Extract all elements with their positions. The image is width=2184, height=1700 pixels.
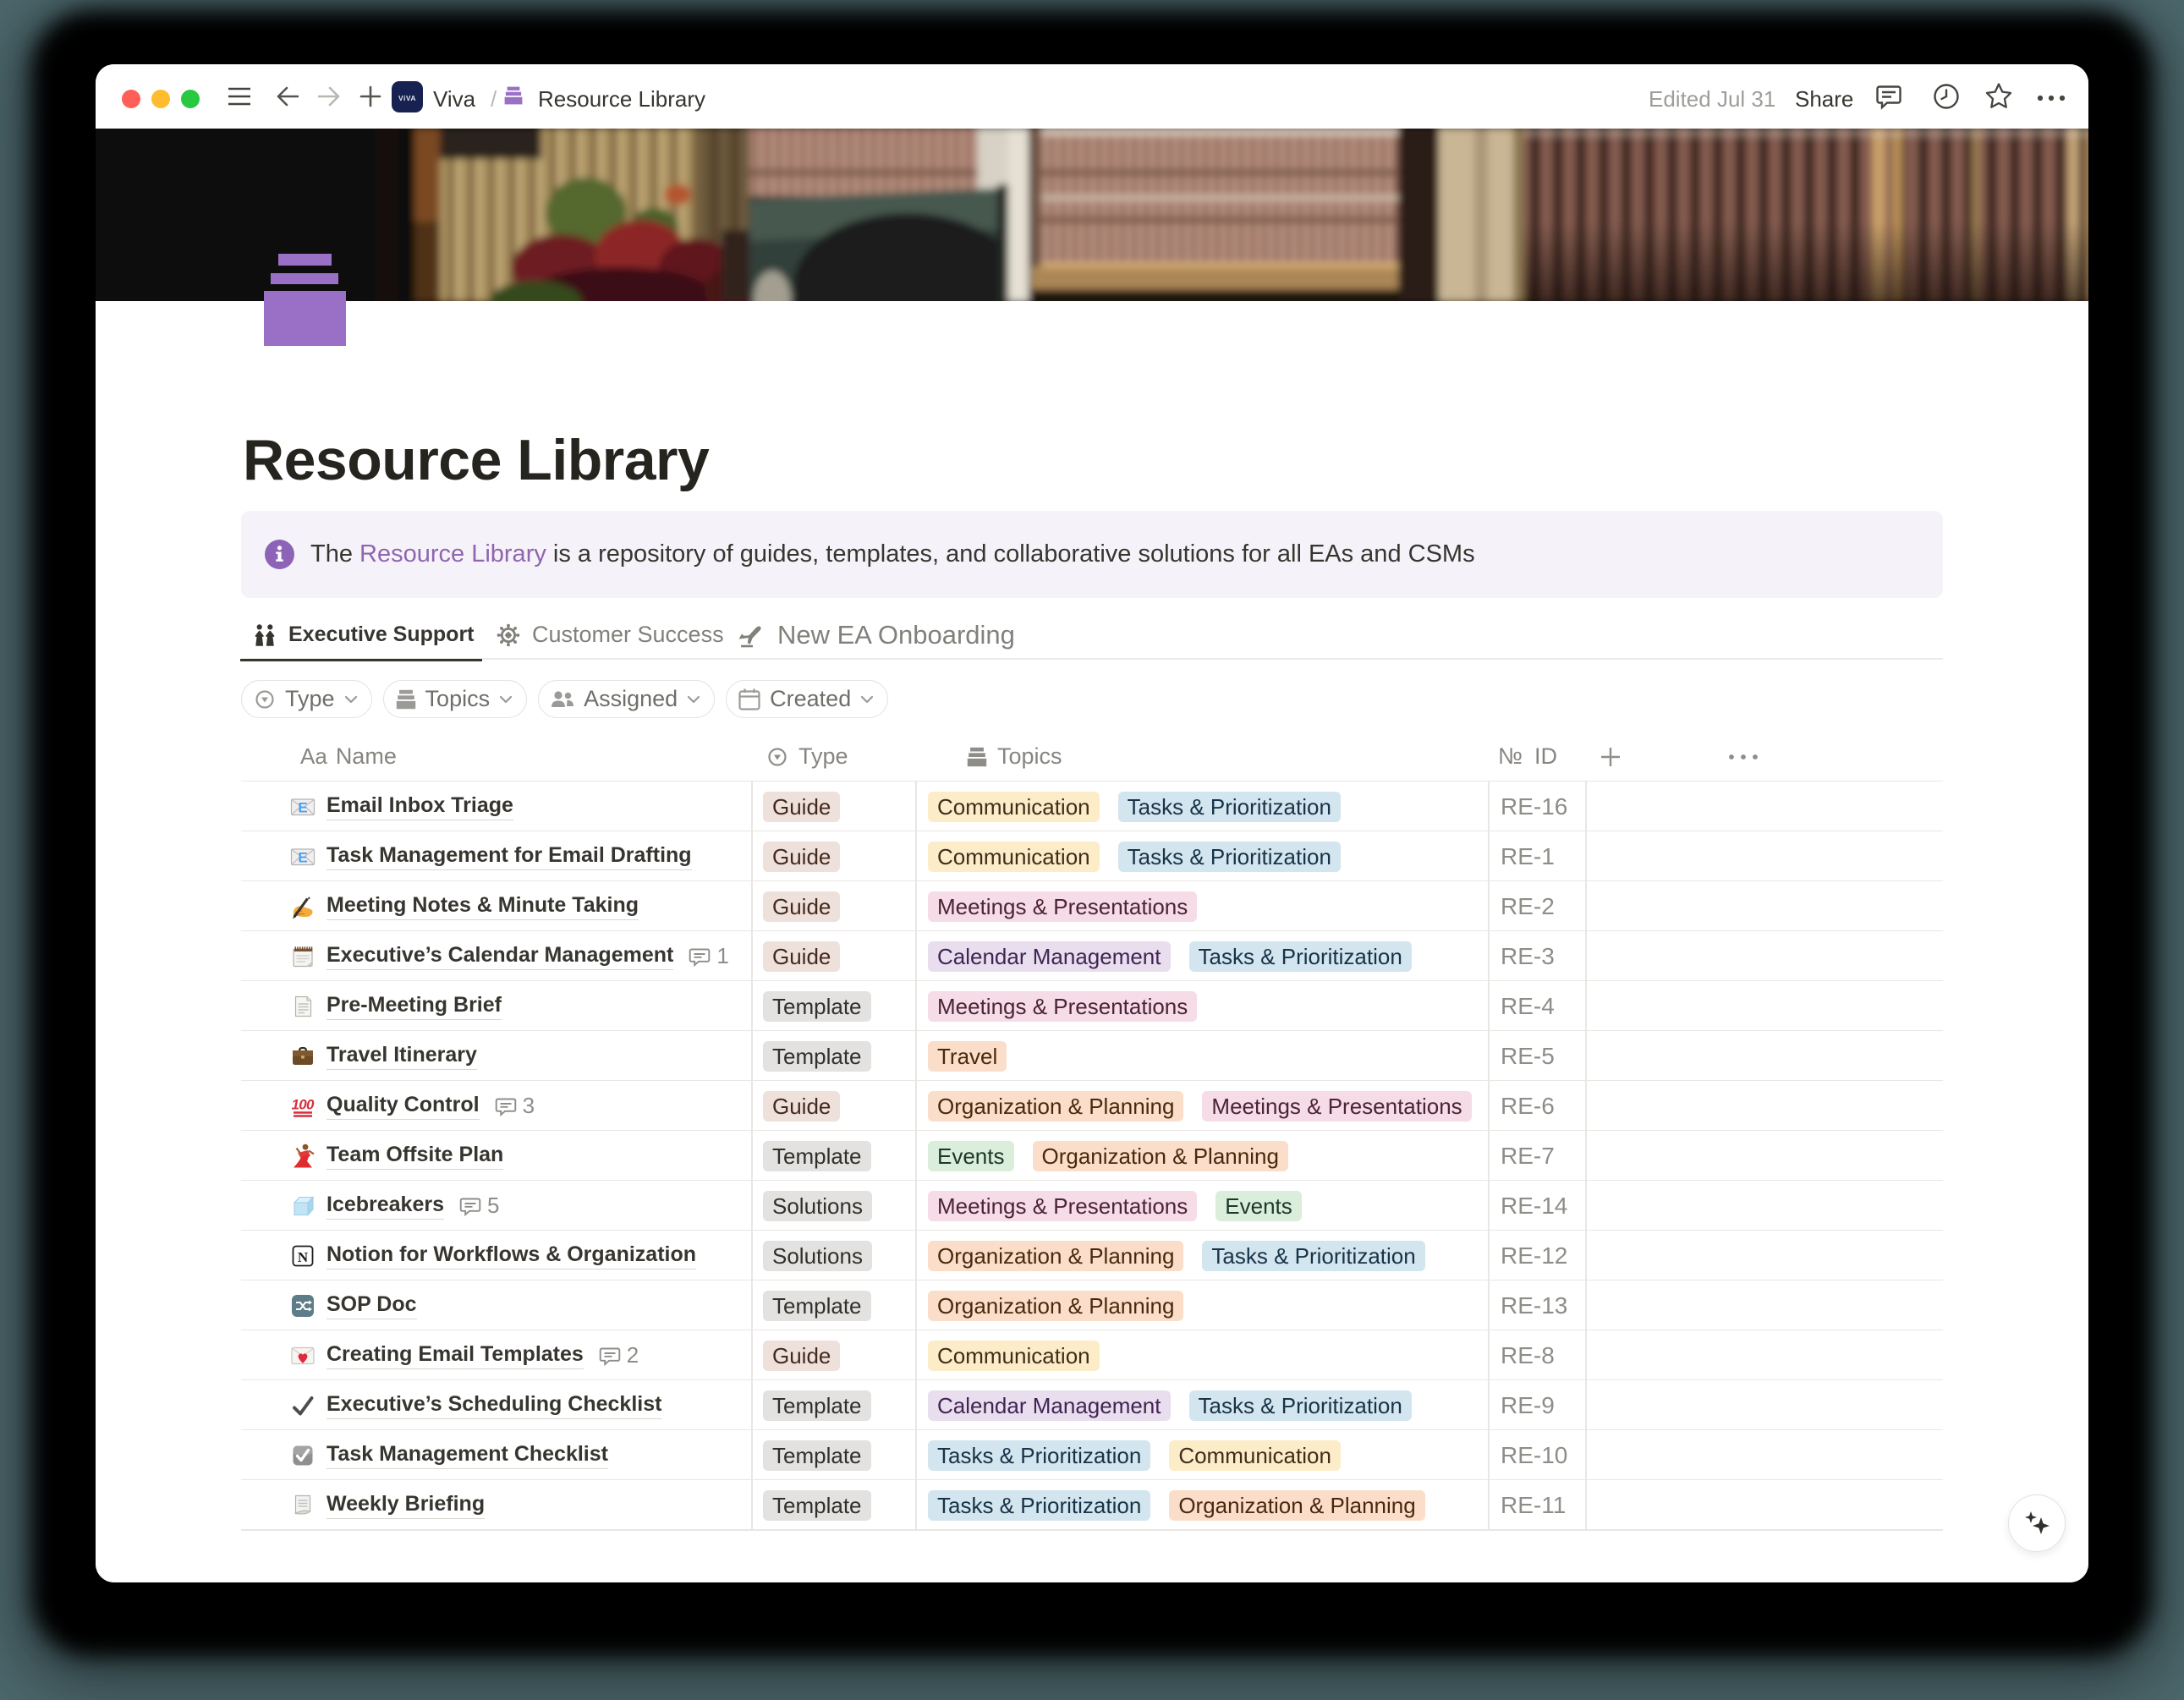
svg-text:N: N [298, 1248, 309, 1264]
svg-text:100: 100 [292, 1096, 316, 1112]
svg-text:E: E [298, 799, 307, 815]
svg-text:E: E [298, 849, 307, 865]
svg-text:ViVA: ViVA [398, 94, 416, 102]
